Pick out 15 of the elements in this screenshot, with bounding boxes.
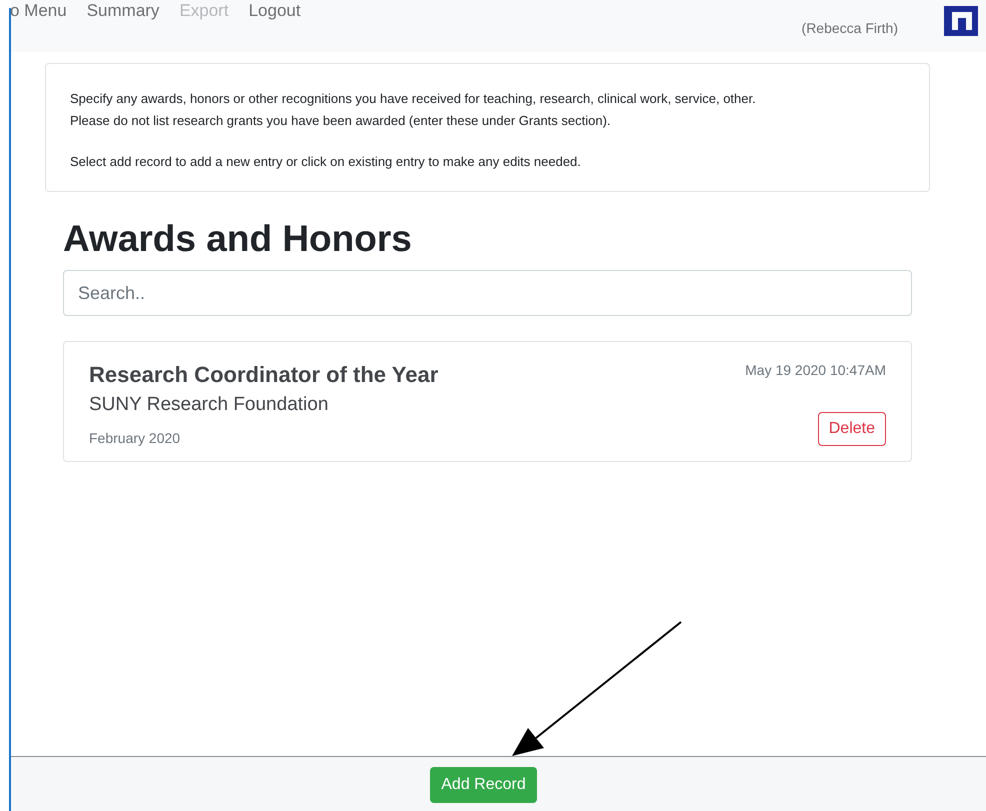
nav-link[interactable]: Summary	[86, 0, 160, 22]
page-heading: Awards and Honors	[63, 218, 413, 260]
record-card[interactable]: Research Coordinator of the Year SUNY Research Foundation February 2020 May 19 2020 10:47AM Delete	[63, 341, 912, 462]
record-date: February 2020	[89, 430, 180, 446]
search-field[interactable]: Search..	[63, 270, 912, 316]
add-record-button[interactable]: Add Record	[430, 767, 537, 803]
user-name: (Rebecca Firth)	[802, 20, 898, 36]
nav-link[interactable]: o Menu	[10, 0, 67, 22]
delete-button[interactable]: Delete	[818, 412, 886, 446]
record-organization: SUNY Research Foundation	[89, 394, 328, 416]
record-title: Research Coordinator of the Year	[89, 362, 438, 388]
nav-link[interactable]: Logout	[248, 0, 301, 22]
instructions-text: Select add record to add a new entry or click on existing entry to make any edits needed.	[70, 153, 582, 171]
record-timestamp: May 19 2020 10:47AM	[745, 362, 886, 378]
instructions-text: Specify any awards, honors or other recognitions you have received for teaching, research, clinical work, service, other. Please do not list research grants you have been awarded (enter these under Grants section).	[70, 90, 757, 130]
